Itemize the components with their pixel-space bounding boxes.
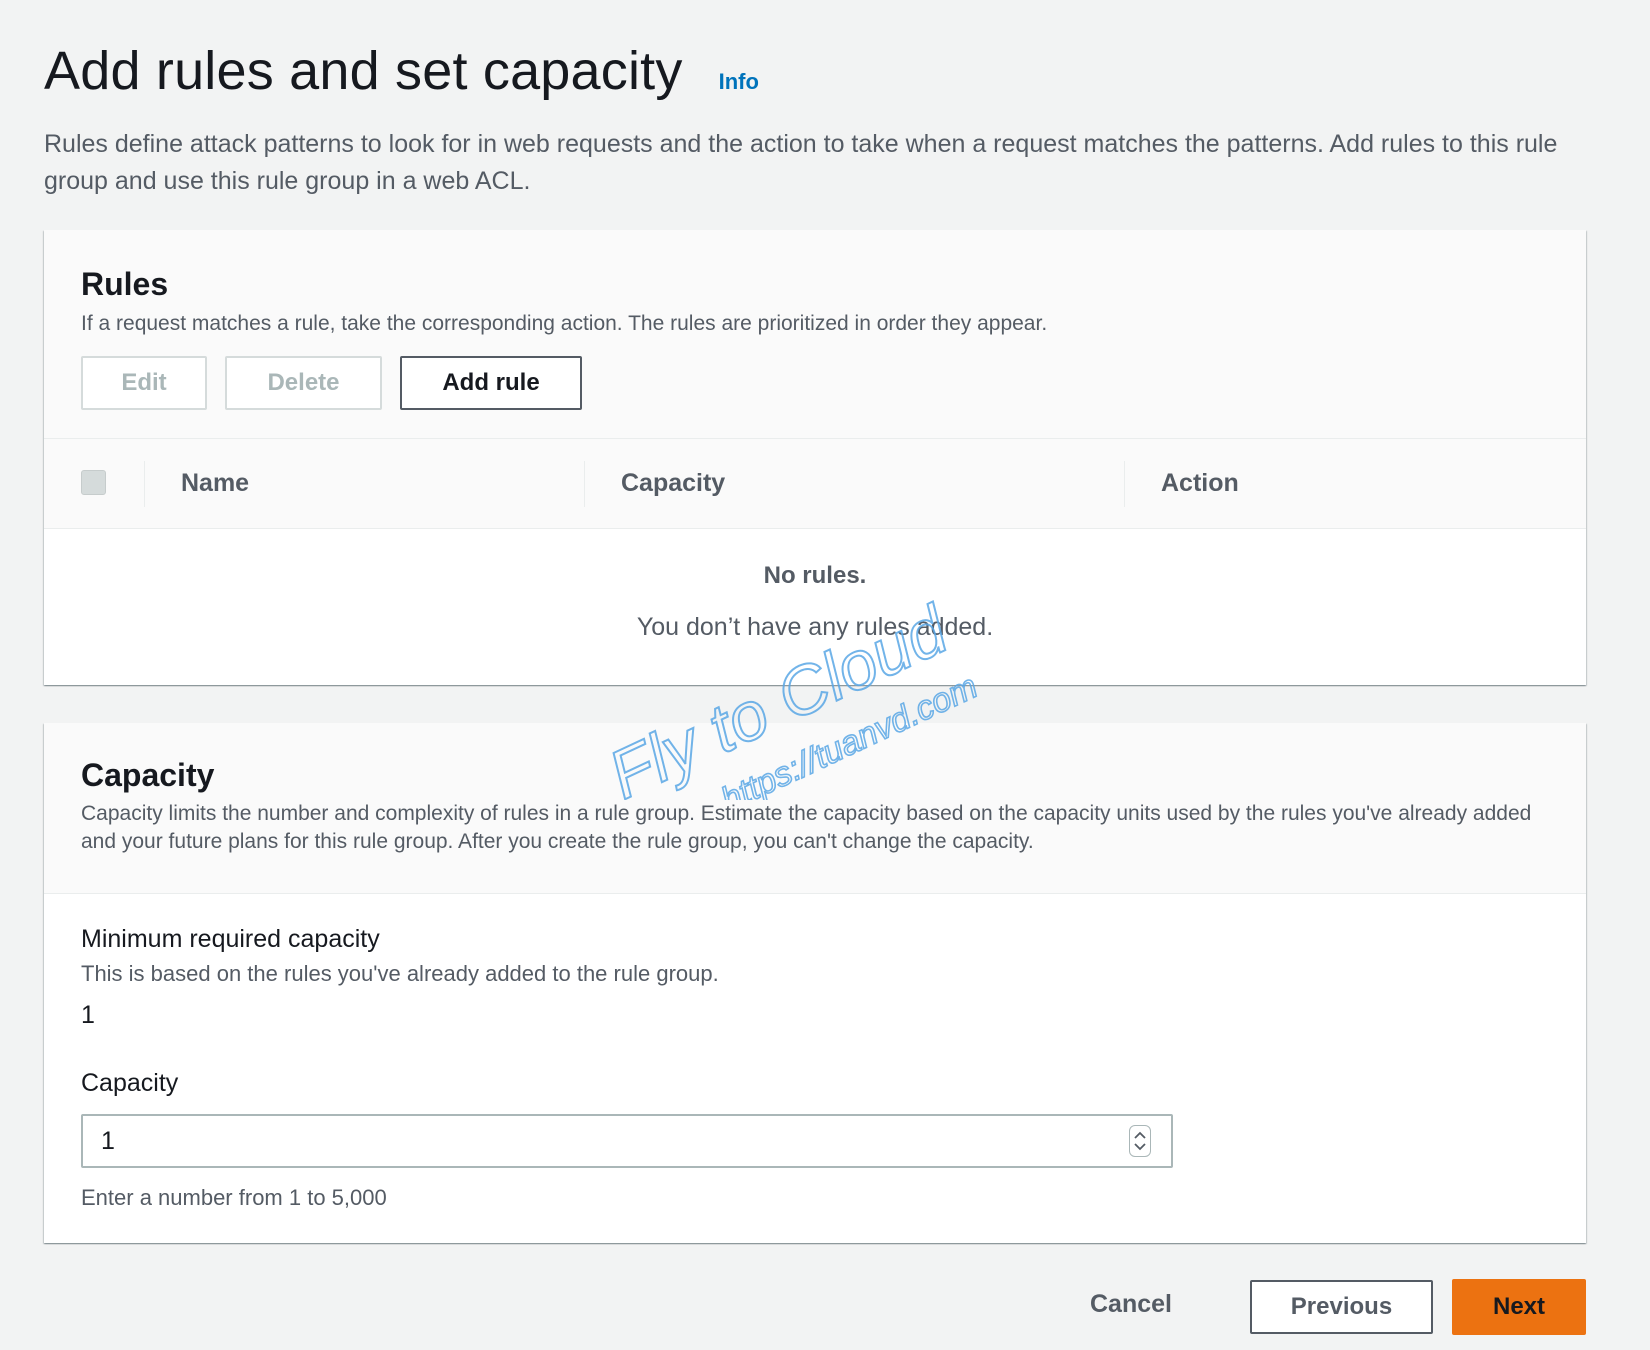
rules-panel-header: Rules If a request matches a rule, take … [44, 230, 1586, 439]
column-divider [584, 461, 585, 507]
column-header-capacity[interactable]: Capacity [621, 439, 725, 528]
column-divider [144, 461, 145, 507]
delete-button[interactable]: Delete [225, 356, 382, 410]
rules-actions: Edit Delete Add rule [81, 356, 582, 410]
previous-button[interactable]: Previous [1250, 1280, 1433, 1334]
select-all-checkbox[interactable] [81, 470, 106, 495]
number-stepper-icon[interactable] [1129, 1125, 1151, 1157]
capacity-panel: Capacity Capacity limits the number and … [44, 723, 1586, 1243]
capacity-hint: Enter a number from 1 to 5,000 [81, 1185, 387, 1210]
column-header-name[interactable]: Name [181, 439, 249, 528]
page-title: Add rules and set capacity [44, 41, 683, 101]
info-link[interactable]: Info [719, 69, 759, 95]
page-header: Add rules and set capacity Info [44, 40, 759, 102]
rules-panel: Rules If a request matches a rule, take … [44, 230, 1586, 685]
capacity-title: Capacity [81, 757, 215, 793]
min-capacity-description: This is based on the rules you've alread… [81, 961, 719, 986]
rules-empty-state: No rules. You don’t have any rules added… [44, 529, 1586, 685]
min-capacity-label: Minimum required capacity [81, 925, 380, 953]
capacity-field-label: Capacity [81, 1069, 179, 1097]
empty-state-title: No rules. [763, 562, 867, 589]
cancel-button[interactable]: Cancel [1090, 1290, 1172, 1319]
next-button[interactable]: Next [1452, 1279, 1586, 1335]
capacity-panel-header: Capacity Capacity limits the number and … [44, 723, 1586, 894]
capacity-input-wrapper [81, 1114, 1173, 1168]
empty-state-description: You don’t have any rules added. [636, 613, 994, 641]
rules-table-header: Name Capacity Action [44, 439, 1586, 529]
column-divider [1124, 461, 1125, 507]
edit-button[interactable]: Edit [81, 356, 207, 410]
min-capacity-value: 1 [81, 1001, 95, 1029]
capacity-description: Capacity limits the number and complexit… [81, 802, 1532, 853]
column-header-action[interactable]: Action [1161, 439, 1239, 528]
rules-description: If a request matches a rule, take the co… [81, 312, 1048, 335]
rules-title: Rules [81, 266, 169, 302]
add-rule-button[interactable]: Add rule [400, 356, 582, 410]
capacity-input[interactable] [83, 1116, 1171, 1166]
page-description: Rules define attack patterns to look for… [44, 130, 1558, 195]
